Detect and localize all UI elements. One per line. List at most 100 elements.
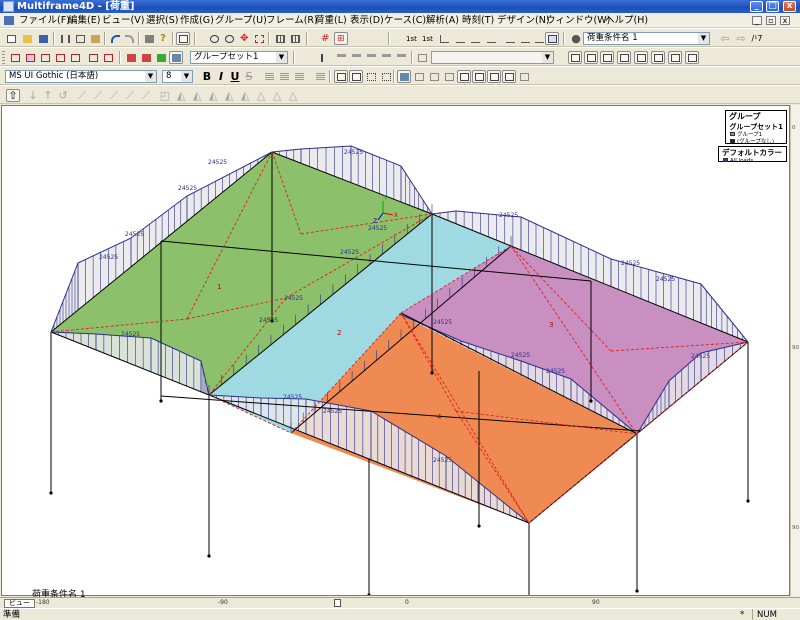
draw-triangle-8-icon[interactable]: △ xyxy=(286,89,300,102)
font-size-combo[interactable]: 8 ▼ xyxy=(162,70,193,83)
menu-load[interactable]: 荷重(L) xyxy=(313,13,349,28)
maximize-button[interactable]: □ xyxy=(766,1,779,12)
load-moment-icon[interactable] xyxy=(394,51,408,64)
strike-button[interactable]: S xyxy=(242,70,256,83)
label-extra-icon[interactable] xyxy=(685,51,699,64)
load-down-icon[interactable] xyxy=(334,51,348,64)
view-hidden-icon[interactable] xyxy=(502,70,516,83)
label-groups-icon[interactable] xyxy=(651,51,665,64)
text-block-icon[interactable] xyxy=(313,70,327,83)
shear-diagram-icon[interactable] xyxy=(86,51,100,64)
menu-analysis[interactable]: 解析(A) xyxy=(424,13,461,28)
label-panels-icon[interactable] xyxy=(634,51,648,64)
label-sections-icon[interactable] xyxy=(600,51,614,64)
undo-icon[interactable] xyxy=(108,32,122,45)
menu-view[interactable]: ビュー(V) xyxy=(100,13,146,28)
member-axis-2-icon[interactable]: 1st xyxy=(419,32,433,45)
draw-triangle-3-icon[interactable]: ◭ xyxy=(206,89,220,102)
member-axis-icon[interactable]: 1st xyxy=(403,32,417,45)
view-shade-icon[interactable] xyxy=(472,70,486,83)
bold-button[interactable]: B xyxy=(200,70,214,83)
grid-table-icon[interactable] xyxy=(273,32,287,45)
model-canvas[interactable]: 24525 24525 24525 24525 24525 24525 24525 24525… xyxy=(1,105,790,596)
draw-triangle-2-icon[interactable]: ◭ xyxy=(190,89,204,102)
redo-icon[interactable] xyxy=(122,32,136,45)
mdi-minimize-icon[interactable]: _ xyxy=(752,16,762,25)
menu-create[interactable]: 作成(G) xyxy=(178,13,216,28)
align-right-icon[interactable] xyxy=(292,70,306,83)
axis-local-icon[interactable] xyxy=(503,32,517,45)
label-nodes-icon[interactable] xyxy=(568,51,582,64)
menu-case[interactable]: ケース(C) xyxy=(382,13,428,28)
menu-edit[interactable]: 編集(E) xyxy=(66,13,102,28)
menu-help[interactable]: ヘルプ(H) xyxy=(603,13,650,28)
node-icon[interactable] xyxy=(23,51,37,64)
view-3d-icon[interactable] xyxy=(397,70,411,83)
group-legend[interactable]: グループ グループセット1 グループ1 (グループなし) xyxy=(725,110,787,145)
view-iso-icon[interactable] xyxy=(457,70,471,83)
draw-member-2-icon[interactable]: ⟋ xyxy=(91,89,105,102)
group-colors-icon[interactable] xyxy=(124,51,138,64)
load-left-icon[interactable] xyxy=(349,51,363,64)
axial-diagram-icon[interactable] xyxy=(101,51,115,64)
italic-button[interactable]: I xyxy=(214,70,228,83)
load-up-icon[interactable] xyxy=(364,51,378,64)
zoom-fit-icon[interactable] xyxy=(252,32,266,45)
new-file-button[interactable] xyxy=(4,32,18,45)
menu-frame[interactable]: フレーム(R) xyxy=(264,13,320,28)
restraint-icon[interactable] xyxy=(38,51,52,64)
axis-dimension-icon[interactable] xyxy=(532,32,546,45)
paste-icon[interactable] xyxy=(88,32,102,45)
menu-file[interactable]: ファイル(F) xyxy=(17,13,72,28)
lasso-mode-icon[interactable] xyxy=(379,70,393,83)
view-tab[interactable]: ビュー xyxy=(4,599,35,608)
load-right-icon[interactable] xyxy=(379,51,393,64)
draw-member-1-icon[interactable]: ⟋ xyxy=(75,89,89,102)
menu-group[interactable]: グループ(U) xyxy=(213,13,269,28)
axis-xy-icon[interactable] xyxy=(468,32,482,45)
draw-triangle-5-icon[interactable]: ◭ xyxy=(238,89,252,102)
axis-toggle-icon[interactable] xyxy=(437,32,451,45)
label-members-icon[interactable] xyxy=(584,51,598,64)
draw-triangle-6-icon[interactable]: △ xyxy=(254,89,268,102)
section-member-icon[interactable] xyxy=(8,51,22,64)
panel-colors-icon[interactable] xyxy=(139,51,153,64)
draw-panel-icon[interactable]: ◰ xyxy=(158,89,172,102)
view-wire-icon[interactable] xyxy=(487,70,501,83)
copy-icon[interactable] xyxy=(73,32,87,45)
axis-z-icon[interactable] xyxy=(453,32,467,45)
draw-triangle-1-icon[interactable]: ◭ xyxy=(174,89,188,102)
align-left-icon[interactable] xyxy=(262,70,276,83)
vertical-scrollbar[interactable]: 0 90 90 xyxy=(790,105,800,596)
draw-up-icon[interactable]: ↑ xyxy=(41,89,55,102)
help-button[interactable]: ? xyxy=(156,32,170,45)
close-button[interactable]: x xyxy=(783,1,796,12)
prev-case-icon[interactable]: ⇦ xyxy=(718,32,732,45)
cut-icon[interactable] xyxy=(58,32,72,45)
view-front-icon[interactable] xyxy=(427,70,441,83)
poly-mode-icon[interactable] xyxy=(364,70,378,83)
draw-triangle-7-icon[interactable]: △ xyxy=(270,89,284,102)
load-window-icon[interactable] xyxy=(545,32,559,45)
draw-member-5-icon[interactable]: ⟋ xyxy=(139,89,153,102)
section-colors-icon[interactable] xyxy=(154,51,168,64)
load-table-icon[interactable] xyxy=(415,51,429,64)
underline-button[interactable]: U xyxy=(228,70,242,83)
font-combo[interactable]: MS UI Gothic (日本語) ▼ xyxy=(5,70,157,83)
load-case-combo[interactable]: 荷重条件名 1 ▼ xyxy=(583,32,710,45)
axis-global-icon[interactable] xyxy=(518,32,532,45)
pointer-mode-icon[interactable] xyxy=(334,70,348,83)
render-icon[interactable] xyxy=(169,51,183,64)
minimize-button[interactable]: _ xyxy=(750,1,763,12)
snap-grid-icon[interactable]: # xyxy=(318,32,332,45)
label-results-icon[interactable] xyxy=(668,51,682,64)
zoom-in-icon[interactable] xyxy=(207,32,221,45)
snap-node-icon[interactable]: ⊞ xyxy=(334,32,348,45)
label-loads-icon[interactable] xyxy=(617,51,631,64)
menu-time[interactable]: 時刻(T) xyxy=(460,13,496,28)
view-plan-icon[interactable] xyxy=(412,70,426,83)
mdi-restore-icon[interactable]: ▫ xyxy=(766,16,776,25)
draw-member-3-icon[interactable]: ⟋ xyxy=(107,89,121,102)
select-pointer-icon[interactable]: ⇧ xyxy=(6,89,20,102)
draw-member-4-icon[interactable]: ⟋ xyxy=(123,89,137,102)
